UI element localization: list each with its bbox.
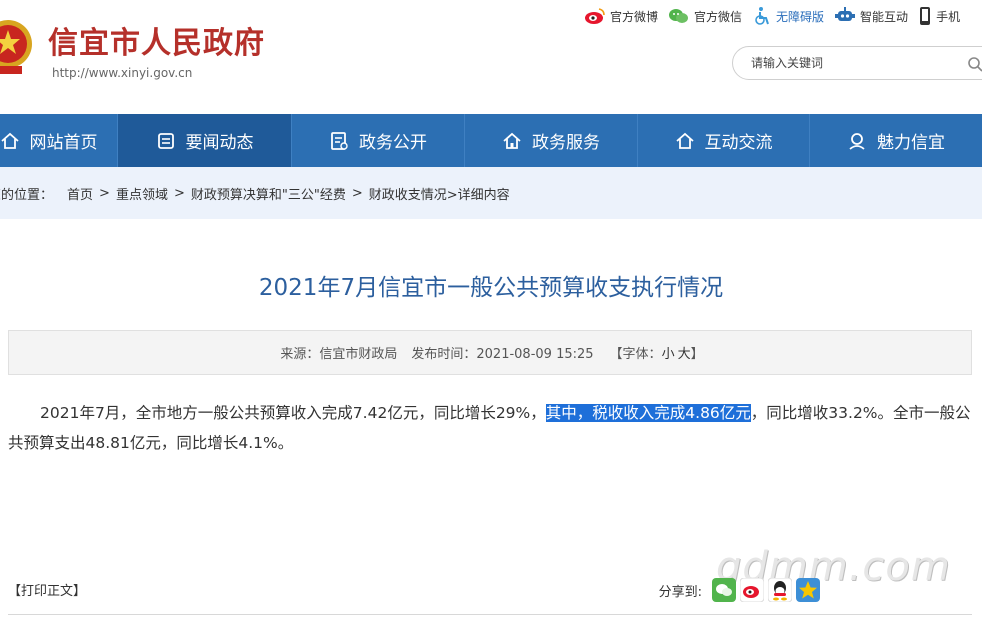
print-button[interactable]: 【打印正文】 bbox=[8, 580, 86, 599]
nav-item-news[interactable]: 要闻动态 bbox=[118, 114, 292, 167]
share-bar: 分享到: bbox=[659, 578, 820, 602]
breadcrumb-link[interactable]: 财政收支情况 bbox=[369, 184, 447, 203]
nav-item-government-affairs[interactable]: 政务公开 bbox=[292, 114, 465, 167]
nav-item-charm-xinyi[interactable]: 魅力信宜 bbox=[810, 114, 982, 167]
footer-divider bbox=[8, 614, 972, 615]
home-icon bbox=[675, 132, 694, 149]
site-header: 信宜市人民政府 http://www.xinyi.gov.cn 官方微博 官方微… bbox=[0, 0, 982, 114]
article-footer: 【打印正文】 分享到: bbox=[8, 574, 972, 608]
top-link-wechat[interactable]: 官方微信 bbox=[668, 7, 742, 25]
breadcrumb-link[interactable]: 首页 bbox=[67, 184, 93, 203]
top-link-accessibility[interactable]: 无障碍版 bbox=[752, 6, 824, 26]
document-icon bbox=[331, 131, 348, 150]
top-link-mobile[interactable]: 手机 bbox=[918, 6, 960, 26]
search-box bbox=[732, 46, 982, 80]
top-link-weibo[interactable]: 官方微博 bbox=[584, 7, 658, 25]
site-url: http://www.xinyi.gov.cn bbox=[52, 66, 193, 80]
breadcrumb: 您的位置： 首页 > 重点领域 > 财政预算决算和"三公"经费 > 财政收支情况… bbox=[0, 167, 982, 219]
top-link-label: 智能互动 bbox=[860, 9, 909, 24]
national-emblem-icon bbox=[0, 20, 32, 74]
font-size-small-button[interactable]: 小 bbox=[662, 343, 675, 362]
article-meta: 来源：信宜市财政局 发布时间：2021-08-09 15:25 【字体： 小 大… bbox=[8, 330, 972, 375]
nav-item-home[interactable]: 网站首页 bbox=[0, 114, 118, 167]
top-links: 官方微博 官方微信 无障碍版 智能互动 手机 bbox=[584, 6, 970, 26]
selected-text: 其中，税收收入完成4.86亿元 bbox=[545, 404, 751, 422]
article-paragraph: 2021年7月，全市地方一般公共预算收入完成7.42亿元，同比增长29%，其中，… bbox=[8, 398, 976, 458]
top-link-label: 手机 bbox=[936, 9, 961, 24]
breadcrumb-link[interactable]: 财政预算决算和"三公"经费 bbox=[191, 184, 346, 203]
nav-item-interaction[interactable]: 互动交流 bbox=[638, 114, 810, 167]
weibo-icon bbox=[585, 8, 605, 24]
font-size-label-open: 【字体： bbox=[609, 347, 662, 362]
nav-item-label: 政务服务 bbox=[532, 133, 600, 153]
search-icon[interactable] bbox=[967, 56, 982, 72]
qq-share-icon[interactable] bbox=[768, 578, 792, 602]
nav-item-government-services[interactable]: 政务服务 bbox=[465, 114, 638, 167]
article-body: 2021年7月，全市地方一般公共预算收入完成7.42亿元，同比增长29%，其中，… bbox=[8, 398, 976, 458]
weibo-share-icon[interactable] bbox=[740, 578, 764, 602]
search-input[interactable] bbox=[749, 55, 973, 71]
breadcrumb-current: >详细内容 bbox=[446, 187, 510, 203]
top-link-label: 官方微信 bbox=[694, 9, 743, 24]
news-icon bbox=[157, 132, 174, 149]
robot-icon bbox=[835, 7, 856, 21]
wechat-share-icon[interactable] bbox=[712, 578, 736, 602]
top-link-robot[interactable]: 智能互动 bbox=[834, 6, 908, 26]
breadcrumb-link[interactable]: 重点领域 bbox=[116, 184, 168, 203]
share-label: 分享到: bbox=[658, 584, 702, 600]
main-nav: 网站首页 要闻动态 政务公开 政务服务 互动交流 魅力信宜 bbox=[0, 114, 982, 167]
site-title[interactable]: 信宜市人民政府 bbox=[48, 18, 265, 62]
location-icon bbox=[849, 132, 865, 150]
home-icon bbox=[503, 132, 521, 149]
home-icon bbox=[0, 132, 19, 149]
wechat-icon bbox=[669, 9, 689, 23]
nav-item-label: 要闻动态 bbox=[185, 133, 254, 153]
nav-item-label: 政务公开 bbox=[359, 133, 427, 153]
accessibility-icon bbox=[755, 7, 769, 25]
font-size-label-close: 】 bbox=[690, 347, 704, 362]
breadcrumb-separator: > bbox=[173, 185, 185, 201]
article-title: 2021年7月信宜市一般公共预算收支执行情况 bbox=[258, 275, 724, 301]
nav-item-label: 魅力信宜 bbox=[877, 133, 945, 153]
article-source: 来源：信宜市财政局 bbox=[280, 347, 398, 362]
top-link-label: 无障碍版 bbox=[776, 9, 825, 24]
breadcrumb-separator: > bbox=[99, 185, 110, 201]
breadcrumb-prefix: 您的位置： bbox=[0, 187, 54, 203]
breadcrumb-separator: > bbox=[351, 185, 363, 201]
body-text: 2021年7月，全市地方一般公共预算收入完成7.42亿元，同比增长29%， bbox=[40, 404, 546, 422]
article-publish-time: 发布时间：2021-08-09 15:25 bbox=[411, 347, 594, 362]
mobile-icon bbox=[920, 7, 931, 25]
nav-item-label: 互动交流 bbox=[704, 133, 773, 153]
top-link-label: 官方微博 bbox=[610, 9, 659, 24]
qzone-share-icon[interactable] bbox=[796, 578, 820, 602]
font-size-large-button[interactable]: 大 bbox=[678, 343, 691, 362]
nav-item-label: 网站首页 bbox=[29, 133, 98, 153]
